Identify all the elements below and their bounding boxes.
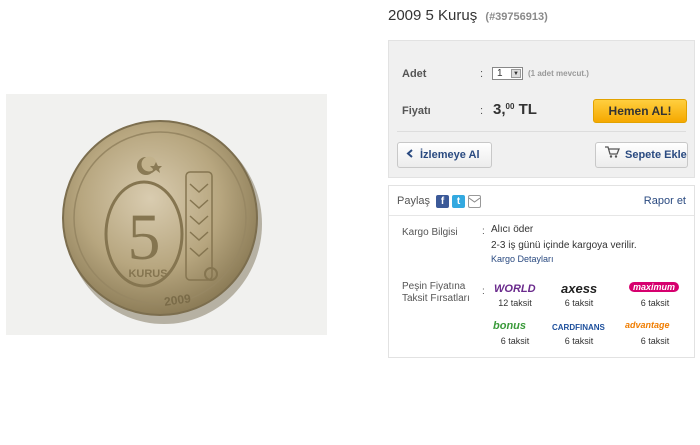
- divider: [397, 131, 686, 132]
- stock-note: (1 adet mevcut.): [528, 69, 589, 78]
- share-label: Paylaş: [397, 195, 431, 207]
- bonus-installments: 6 taksit: [500, 336, 530, 346]
- cardfinans-installments: 6 taksit: [564, 336, 594, 346]
- chevron-left-icon: [406, 143, 415, 167]
- installment-label-1: Peşin Fiyatına: [402, 281, 466, 292]
- info-panel: Paylaş f t Rapor et Kargo Bilgisi : Alıc…: [388, 185, 695, 358]
- installment-label-2: Taksit Fırsatları: [402, 293, 470, 304]
- bonus-card-logo: bonus: [493, 320, 526, 332]
- quantity-value: 1: [497, 68, 503, 79]
- product-title-text: 2009 5 Kuruş: [388, 7, 478, 24]
- report-link[interactable]: Rapor et: [644, 195, 686, 207]
- price-main: 3,: [493, 101, 506, 118]
- cart-icon: [604, 143, 620, 167]
- coin-illustration: 5 KURUŞ 2009: [62, 120, 262, 324]
- cart-label: Sepete Ekle: [625, 149, 687, 161]
- world-installments: 12 taksit: [498, 298, 532, 308]
- cardfinans-card-logo: CARDFINANS: [552, 323, 605, 332]
- chevron-down-icon[interactable]: ▼: [511, 69, 521, 78]
- qty-colon: :: [480, 68, 484, 80]
- qty-label: Adet: [402, 68, 427, 80]
- price-colon: :: [480, 105, 484, 117]
- watch-label: İzlemeye Al: [420, 149, 480, 161]
- installment-colon: :: [482, 286, 485, 297]
- facebook-icon[interactable]: f: [436, 195, 449, 208]
- email-icon[interactable]: [468, 195, 481, 208]
- watch-button[interactable]: İzlemeye Al: [397, 142, 492, 168]
- divider: [389, 215, 694, 216]
- world-card-logo: WORLD: [494, 283, 536, 295]
- twitter-icon[interactable]: t: [452, 195, 465, 208]
- advantage-card-logo: advantage: [625, 320, 670, 330]
- shipping-payer: Alıcı öder: [491, 224, 534, 235]
- shipping-label: Kargo Bilgisi: [402, 227, 458, 238]
- price-value: 3,00 TL: [493, 101, 537, 118]
- product-code: (#39756913): [485, 11, 548, 23]
- price-label: Fiyatı: [402, 105, 431, 117]
- add-to-cart-button[interactable]: Sepete Ekle: [595, 142, 688, 168]
- axess-installments: 6 taksit: [564, 298, 594, 308]
- price-decimals: 00: [505, 102, 515, 111]
- axess-card-logo: axess: [561, 281, 598, 296]
- coin-denomination: 5: [128, 201, 161, 274]
- maximum-installments: 6 taksit: [640, 298, 670, 308]
- shipping-time: 2-3 iş günü içinde kargoya verilir.: [491, 240, 637, 251]
- shipping-colon: :: [482, 226, 485, 237]
- purchase-panel: Adet : 1 ▼ (1 adet mevcut.) Fiyatı : 3,0…: [388, 40, 695, 178]
- product-title: 2009 5 Kuruş (#39756913): [388, 7, 548, 24]
- quantity-select[interactable]: 1 ▼: [492, 67, 523, 80]
- currency: TL: [518, 101, 537, 118]
- advantage-installments: 6 taksit: [640, 336, 670, 346]
- shipping-details-link[interactable]: Kargo Detayları: [491, 254, 554, 264]
- product-image[interactable]: 5 KURUŞ 2009: [6, 94, 327, 335]
- maximum-card-logo: maximum: [629, 282, 680, 292]
- buy-now-button[interactable]: Hemen AL!: [593, 99, 687, 123]
- coin-unit: KURUŞ: [128, 268, 167, 280]
